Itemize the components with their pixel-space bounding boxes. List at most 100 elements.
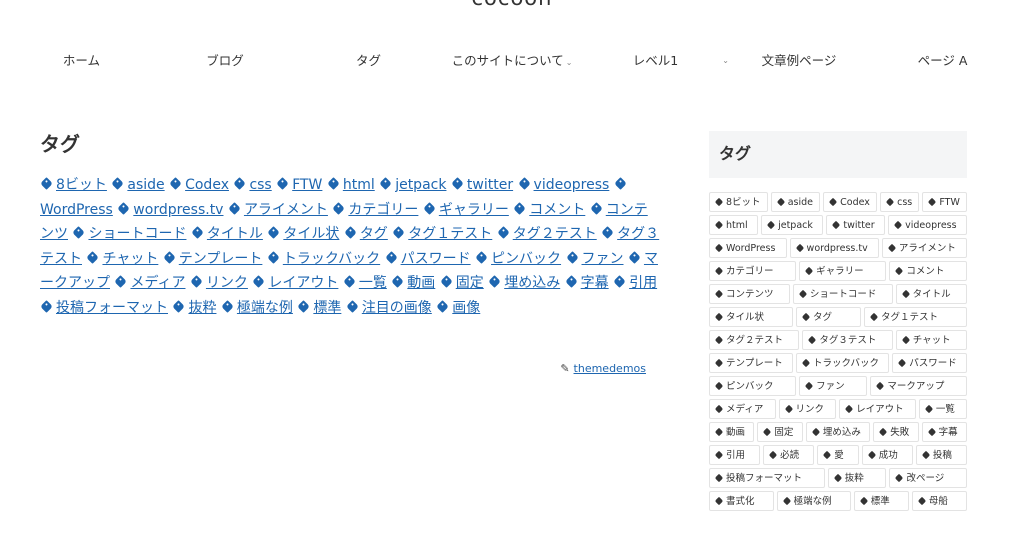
tag-link[interactable]: タグ: [343, 226, 388, 242]
sidebar-tag[interactable]: ギャラリー: [799, 261, 887, 281]
tag-link[interactable]: ギャラリー: [422, 202, 509, 218]
sidebar-tag[interactable]: 極端な例: [776, 491, 851, 511]
sidebar-tag[interactable]: 抜粋: [827, 468, 887, 488]
sidebar-tag[interactable]: ショートコード: [792, 284, 893, 304]
sidebar-tag[interactable]: 動画: [709, 422, 755, 442]
sidebar-tag[interactable]: 埋め込み: [805, 422, 871, 442]
sidebar-tag[interactable]: テンプレート: [709, 353, 793, 373]
nav-item-level1[interactable]: レベル1 ⌄: [588, 46, 729, 78]
tag-link[interactable]: aside: [111, 177, 165, 193]
tag-link[interactable]: ピンバック: [475, 251, 561, 267]
sidebar-tag[interactable]: タイトル: [895, 284, 967, 304]
sidebar-tag[interactable]: twitter: [826, 215, 886, 235]
sidebar-tag[interactable]: トラックバック: [795, 353, 890, 373]
sidebar-tag[interactable]: 8ビット: [709, 192, 768, 212]
nav-item-home[interactable]: ホーム: [14, 46, 149, 78]
sidebar-tag[interactable]: メディア: [709, 399, 776, 419]
nav-item-page-a[interactable]: ページ A: [875, 46, 1010, 78]
sidebar-tag[interactable]: videopress: [888, 215, 968, 235]
sidebar-tag[interactable]: 愛: [817, 445, 859, 465]
sidebar-tag[interactable]: チャット: [895, 330, 968, 350]
tag-link[interactable]: レイアウト: [252, 275, 338, 291]
sidebar-tag[interactable]: タグ１テスト: [864, 307, 967, 327]
tag-link[interactable]: 極端な例: [221, 300, 293, 316]
sidebar-tag[interactable]: リンク: [778, 399, 837, 419]
sidebar-tag[interactable]: パスワード: [892, 353, 968, 373]
sidebar-tag[interactable]: アライメント: [881, 238, 968, 258]
sidebar-tag[interactable]: 引用: [709, 445, 761, 465]
sidebar-tag[interactable]: 成功: [861, 445, 913, 465]
tag-link[interactable]: アライメント: [228, 202, 328, 218]
tag-link[interactable]: 引用: [613, 275, 657, 291]
tag-link[interactable]: メディア: [114, 275, 185, 291]
tag-link[interactable]: html: [326, 177, 375, 193]
sidebar-tag[interactable]: jetpack: [761, 215, 824, 235]
sidebar-tag[interactable]: 一覧: [918, 399, 968, 419]
sidebar-tag[interactable]: カテゴリー: [709, 261, 797, 281]
sidebar-tag[interactable]: 標準: [853, 491, 909, 511]
tag-link[interactable]: Codex: [169, 177, 229, 193]
tag-link[interactable]: タイル状: [267, 226, 339, 242]
tag-link[interactable]: タグ２テスト: [496, 226, 597, 242]
sidebar-tag[interactable]: html: [709, 215, 759, 235]
sidebar-tag[interactable]: ピンバック: [709, 376, 797, 396]
tag-link[interactable]: jetpack: [379, 177, 446, 193]
tag-link[interactable]: 注目の画像: [345, 300, 432, 316]
tag-link[interactable]: videopress: [517, 177, 609, 193]
author-link[interactable]: themedemos: [574, 362, 646, 375]
tag-link[interactable]: リンク: [190, 275, 248, 291]
sidebar-tag[interactable]: 改ページ: [889, 468, 967, 488]
tag-link[interactable]: 一覧: [342, 275, 387, 291]
tag-link[interactable]: 固定: [439, 275, 484, 291]
sidebar-tag[interactable]: タイル状: [709, 307, 793, 327]
tag-link[interactable]: 投稿フォーマット: [40, 300, 168, 316]
nav-item-sample-text[interactable]: 文章例ページ: [732, 46, 867, 78]
tag-link[interactable]: ショートコード: [72, 226, 186, 242]
tag-link[interactable]: 標準: [297, 300, 341, 316]
sidebar-tag[interactable]: コンテンツ: [709, 284, 790, 304]
tag-link[interactable]: 抜粋: [172, 300, 216, 316]
sidebar-tag[interactable]: 母船: [911, 491, 967, 511]
sidebar-tag[interactable]: 投稿フォーマット: [709, 468, 825, 488]
tag-link[interactable]: チャット: [86, 251, 158, 267]
sidebar-tag[interactable]: 字幕: [921, 422, 968, 442]
tag-link[interactable]: FTW: [276, 177, 322, 193]
site-logo[interactable]: cocoon: [0, 0, 1024, 10]
tag-link[interactable]: 字幕: [564, 275, 609, 291]
sidebar-tag[interactable]: FTW: [922, 192, 968, 212]
nav-item-blog[interactable]: ブログ: [158, 46, 293, 78]
sidebar-tag[interactable]: コメント: [889, 261, 968, 281]
tag-link[interactable]: 埋め込み: [488, 275, 560, 291]
tag-link[interactable]: ファン: [565, 251, 624, 267]
sidebar-tag[interactable]: マークアップ: [870, 376, 968, 396]
sidebar-tag[interactable]: 投稿: [915, 445, 967, 465]
sidebar-tag[interactable]: css: [880, 192, 920, 212]
tag-link[interactable]: テンプレート: [162, 251, 262, 267]
sidebar-tag[interactable]: 固定: [757, 422, 803, 442]
tag-link[interactable]: コメント: [513, 202, 585, 218]
sidebar-tag[interactable]: タグ３テスト: [802, 330, 893, 350]
nav-item-tags[interactable]: タグ: [301, 46, 436, 78]
sidebar-tag[interactable]: タグ: [796, 307, 861, 327]
sidebar-tag[interactable]: 失敗: [873, 422, 919, 442]
nav-item-about[interactable]: このサイトについて ⌄: [445, 46, 580, 78]
tag-link[interactable]: タイトル: [191, 226, 263, 242]
sidebar-tag[interactable]: ファン: [799, 376, 868, 396]
sidebar-tag[interactable]: Codex: [823, 192, 878, 212]
sidebar-tag[interactable]: タグ２テスト: [709, 330, 800, 350]
sidebar-tag[interactable]: WordPress: [709, 238, 787, 258]
tag-link[interactable]: 画像: [436, 300, 480, 316]
tag-link[interactable]: パスワード: [384, 251, 471, 267]
tag-link[interactable]: twitter: [451, 177, 513, 193]
tag-link[interactable]: タグ１テスト: [392, 226, 492, 242]
tag-link[interactable]: wordpress.tv: [117, 202, 223, 218]
sidebar-tag[interactable]: 書式化: [709, 491, 774, 511]
tag-link[interactable]: カテゴリー: [332, 202, 418, 218]
sidebar-tag[interactable]: aside: [770, 192, 821, 212]
sidebar-tag[interactable]: レイアウト: [839, 399, 916, 419]
tag-link[interactable]: css: [233, 177, 272, 193]
tag-link[interactable]: 動画: [391, 275, 435, 291]
tag-link[interactable]: トラックバック: [266, 251, 380, 267]
sidebar-tag[interactable]: wordpress.tv: [789, 238, 879, 258]
sidebar-tag[interactable]: 必読: [763, 445, 815, 465]
